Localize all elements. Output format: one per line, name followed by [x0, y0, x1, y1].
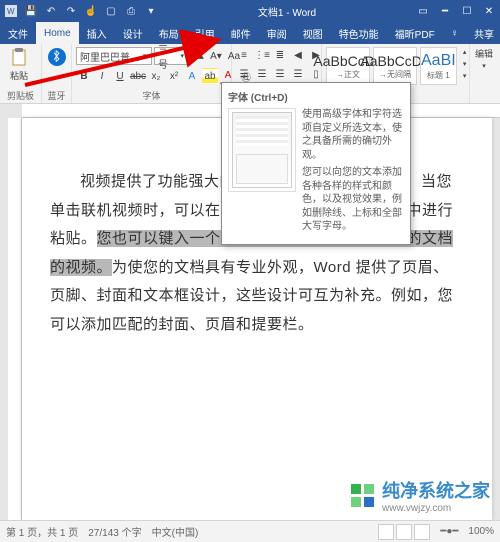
view-read-icon[interactable] — [378, 524, 394, 540]
bullets-icon[interactable]: ≡ — [236, 47, 252, 63]
justify-icon[interactable]: ☰ — [290, 66, 306, 82]
group-label-clipboard: 剪贴板 — [4, 88, 37, 103]
strike-button[interactable]: abc — [130, 68, 146, 84]
tab-design[interactable]: 设计 — [115, 22, 151, 44]
word-icon: W — [4, 4, 18, 18]
editing-button[interactable]: 编辑▾ — [474, 47, 494, 70]
tab-pdf[interactable]: 福昕PDF — [387, 22, 443, 44]
touch-icon[interactable]: ☝ — [84, 4, 98, 18]
view-buttons — [378, 524, 430, 540]
group-editing: 编辑▾ — [470, 44, 498, 103]
minimize-icon[interactable]: ━ — [438, 4, 452, 18]
tab-mailings[interactable]: 邮件 — [223, 22, 259, 44]
tab-special[interactable]: 特色功能 — [331, 22, 387, 44]
paste-button[interactable]: 粘贴 — [4, 47, 34, 82]
print-icon[interactable]: ⎙ — [124, 4, 138, 18]
tooltip-title: 字体 (Ctrl+D) — [228, 89, 404, 104]
tooltip-description: 使用高级字体和字符选项自定义所选文本，使之具备所需的确切外观。 您可以向您的文本… — [302, 108, 404, 238]
tab-review[interactable]: 审阅 — [259, 22, 295, 44]
underline-button[interactable]: U — [112, 68, 128, 84]
window-buttons: ▭ ━ ☐ ✕ — [416, 4, 496, 18]
tab-view[interactable]: 视图 — [295, 22, 331, 44]
group-label-font: 字体 — [76, 88, 227, 103]
font-family-combo[interactable]: 阿里巴巴普…▾ — [76, 47, 152, 65]
group-clipboard: 粘贴 剪贴板 — [0, 44, 42, 103]
align-center-icon[interactable]: ☰ — [254, 66, 270, 82]
group-font: 阿里巴巴普…▾ 三号▾ A▴ A▾ Aa B I U abc x₂ x² A a… — [72, 44, 232, 103]
styles-down-icon[interactable]: ▾ — [460, 59, 470, 69]
grow-font-icon[interactable]: A▴ — [190, 48, 206, 64]
group-bluetooth: 蓝牙 — [42, 44, 72, 103]
save-icon[interactable]: 💾 — [24, 4, 38, 18]
quick-access-toolbar: W 💾 ↶ ↷ ☝ ▢ ⎙ ▾ — [4, 4, 158, 18]
styles-up-icon[interactable]: ▴ — [460, 47, 470, 57]
multilevel-icon[interactable]: ≣ — [272, 47, 288, 63]
redo-icon[interactable]: ↷ — [64, 4, 78, 18]
decrease-indent-icon[interactable]: ◀ — [290, 47, 306, 63]
tab-home[interactable]: Home — [36, 22, 79, 44]
status-words[interactable]: 27/143 个字 — [88, 524, 141, 539]
bold-button[interactable]: B — [76, 68, 92, 84]
shrink-font-icon[interactable]: A▾ — [208, 48, 224, 64]
zoom-level[interactable]: 100% — [468, 526, 494, 537]
numbering-icon[interactable]: ⋮≡ — [254, 47, 270, 63]
status-bar: 第 1 页，共 1 页 27/143 个字 中文(中国) ━●━ 100% — [0, 520, 500, 542]
tooltip-preview-image — [228, 108, 296, 192]
watermark: 纯净系统之家 www.vwjzy.com — [350, 477, 490, 514]
ribbon-options-icon[interactable]: ▭ — [416, 4, 430, 18]
font-dialog-tooltip: 字体 (Ctrl+D) 使用高级字体和字符选项自定义所选文本，使之具备所需的确切… — [221, 82, 411, 245]
font-size-combo[interactable]: 三号▾ — [154, 47, 188, 65]
view-print-icon[interactable] — [396, 524, 412, 540]
style-heading1[interactable]: AaBI标题 1 — [420, 47, 457, 85]
vertical-ruler[interactable] — [8, 118, 22, 520]
ribbon-tabs: 文件 Home 插入 设计 布局 引用 邮件 审阅 视图 特色功能 福昕PDF … — [0, 22, 500, 44]
maximize-icon[interactable]: ☐ — [460, 4, 474, 18]
highlight-icon[interactable]: ab — [202, 68, 218, 84]
bluetooth-button[interactable] — [46, 47, 67, 67]
close-icon[interactable]: ✕ — [482, 4, 496, 18]
status-page[interactable]: 第 1 页，共 1 页 — [6, 524, 78, 539]
align-left-icon[interactable]: ☰ — [236, 66, 252, 82]
text-effects-icon[interactable]: A — [184, 68, 200, 84]
view-web-icon[interactable] — [414, 524, 430, 540]
italic-button[interactable]: I — [94, 68, 110, 84]
tab-file[interactable]: 文件 — [0, 22, 36, 44]
watermark-logo-icon — [350, 483, 376, 509]
subscript-button[interactable]: x₂ — [148, 68, 164, 84]
new-icon[interactable]: ▢ — [104, 4, 118, 18]
align-right-icon[interactable]: ☰ — [272, 66, 288, 82]
undo-icon[interactable]: ↶ — [44, 4, 58, 18]
styles-more-icon[interactable]: ▾ — [460, 71, 470, 81]
tab-tellme[interactable]: ♀ — [443, 22, 467, 44]
style-nospacing[interactable]: AaBbCcDd→无间隔 — [373, 47, 417, 85]
tab-insert[interactable]: 插入 — [79, 22, 115, 44]
title-bar: W 💾 ↶ ↷ ☝ ▢ ⎙ ▾ 文档1 - Word ▭ ━ ☐ ✕ — [0, 0, 500, 22]
tab-references[interactable]: 引用 — [187, 22, 223, 44]
svg-text:W: W — [7, 7, 15, 16]
zoom-slider[interactable]: ━●━ — [440, 526, 458, 537]
status-language[interactable]: 中文(中国) — [152, 524, 199, 539]
group-label-bluetooth: 蓝牙 — [46, 88, 67, 103]
share-button[interactable]: 共享 — [474, 26, 494, 41]
superscript-button[interactable]: x² — [166, 68, 182, 84]
document-title: 文档1 - Word — [158, 4, 416, 19]
customize-icon[interactable]: ▾ — [144, 4, 158, 18]
